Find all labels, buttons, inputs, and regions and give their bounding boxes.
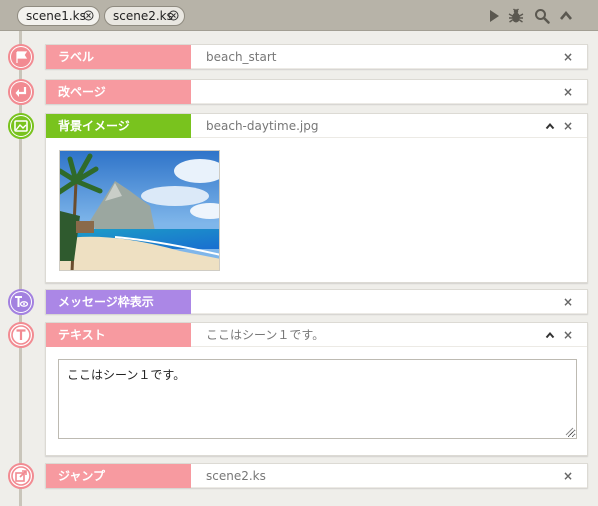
command-value[interactable]: scene2.ks	[206, 464, 266, 488]
command-label: ラベル	[46, 45, 191, 69]
command-value[interactable]: beach-daytime.jpg	[206, 114, 318, 138]
delete-button[interactable]: ×	[561, 295, 575, 309]
text-content: ここはシーン１です。	[67, 368, 186, 382]
close-tab-icon[interactable]	[168, 10, 179, 21]
close-tab-icon[interactable]	[83, 10, 94, 21]
command-card-message-window[interactable]: メッセージ枠表示 ×	[45, 289, 588, 314]
command-label: 背景イメージ	[46, 114, 191, 138]
flag-icon	[8, 44, 34, 70]
card-header: 背景イメージ beach-daytime.jpg ×	[46, 114, 587, 138]
command-card-background[interactable]: 背景イメージ beach-daytime.jpg ×	[45, 113, 588, 283]
chevron-up-icon[interactable]	[558, 8, 574, 24]
chevron-up-icon	[545, 122, 555, 130]
return-icon	[8, 79, 34, 105]
card-header: メッセージ枠表示 ×	[46, 290, 587, 314]
command-value[interactable]: ここはシーン１です。	[206, 323, 324, 347]
delete-button[interactable]: ×	[561, 50, 575, 64]
background-image-icon	[8, 113, 34, 139]
tab-scene2[interactable]: scene2.ks	[104, 6, 185, 26]
delete-button[interactable]: ×	[561, 328, 575, 342]
command-label: 改ページ	[46, 80, 191, 104]
card-header: ラベル beach_start ×	[46, 45, 587, 69]
command-card-page-break[interactable]: 改ページ ×	[45, 79, 588, 104]
resize-grip-icon[interactable]	[565, 427, 574, 436]
card-header: ジャンプ scene2.ks ×	[46, 464, 587, 488]
delete-button[interactable]: ×	[561, 85, 575, 99]
command-label: テキスト	[46, 323, 191, 347]
search-icon[interactable]	[534, 8, 550, 24]
message-window-icon	[8, 289, 34, 315]
tab-label: scene1.ks	[26, 9, 86, 23]
delete-button[interactable]: ×	[561, 469, 575, 483]
command-card-text[interactable]: テキスト ここはシーン１です。 × ここはシーン１です。	[45, 322, 588, 456]
text-icon	[8, 322, 34, 348]
card-header: テキスト ここはシーン１です。 ×	[46, 323, 587, 347]
command-card-label[interactable]: ラベル beach_start ×	[45, 44, 588, 69]
command-label: メッセージ枠表示	[46, 290, 191, 314]
collapse-button[interactable]	[543, 328, 557, 342]
tab-label: scene2.ks	[113, 9, 173, 23]
bug-icon[interactable]	[508, 8, 524, 24]
top-bar: scene1.ks scene2.ks	[0, 0, 598, 31]
command-value[interactable]: beach_start	[206, 45, 277, 69]
play-icon[interactable]	[486, 8, 502, 24]
chevron-up-icon	[545, 331, 555, 339]
jump-icon	[8, 463, 34, 489]
collapse-button[interactable]	[543, 119, 557, 133]
text-editor[interactable]: ここはシーン１です。	[58, 359, 577, 439]
delete-button[interactable]: ×	[561, 119, 575, 133]
background-thumbnail	[59, 150, 220, 271]
tab-scene1[interactable]: scene1.ks	[17, 6, 100, 26]
command-card-jump[interactable]: ジャンプ scene2.ks ×	[45, 463, 588, 488]
card-header: 改ページ ×	[46, 80, 587, 104]
command-label: ジャンプ	[46, 464, 191, 488]
